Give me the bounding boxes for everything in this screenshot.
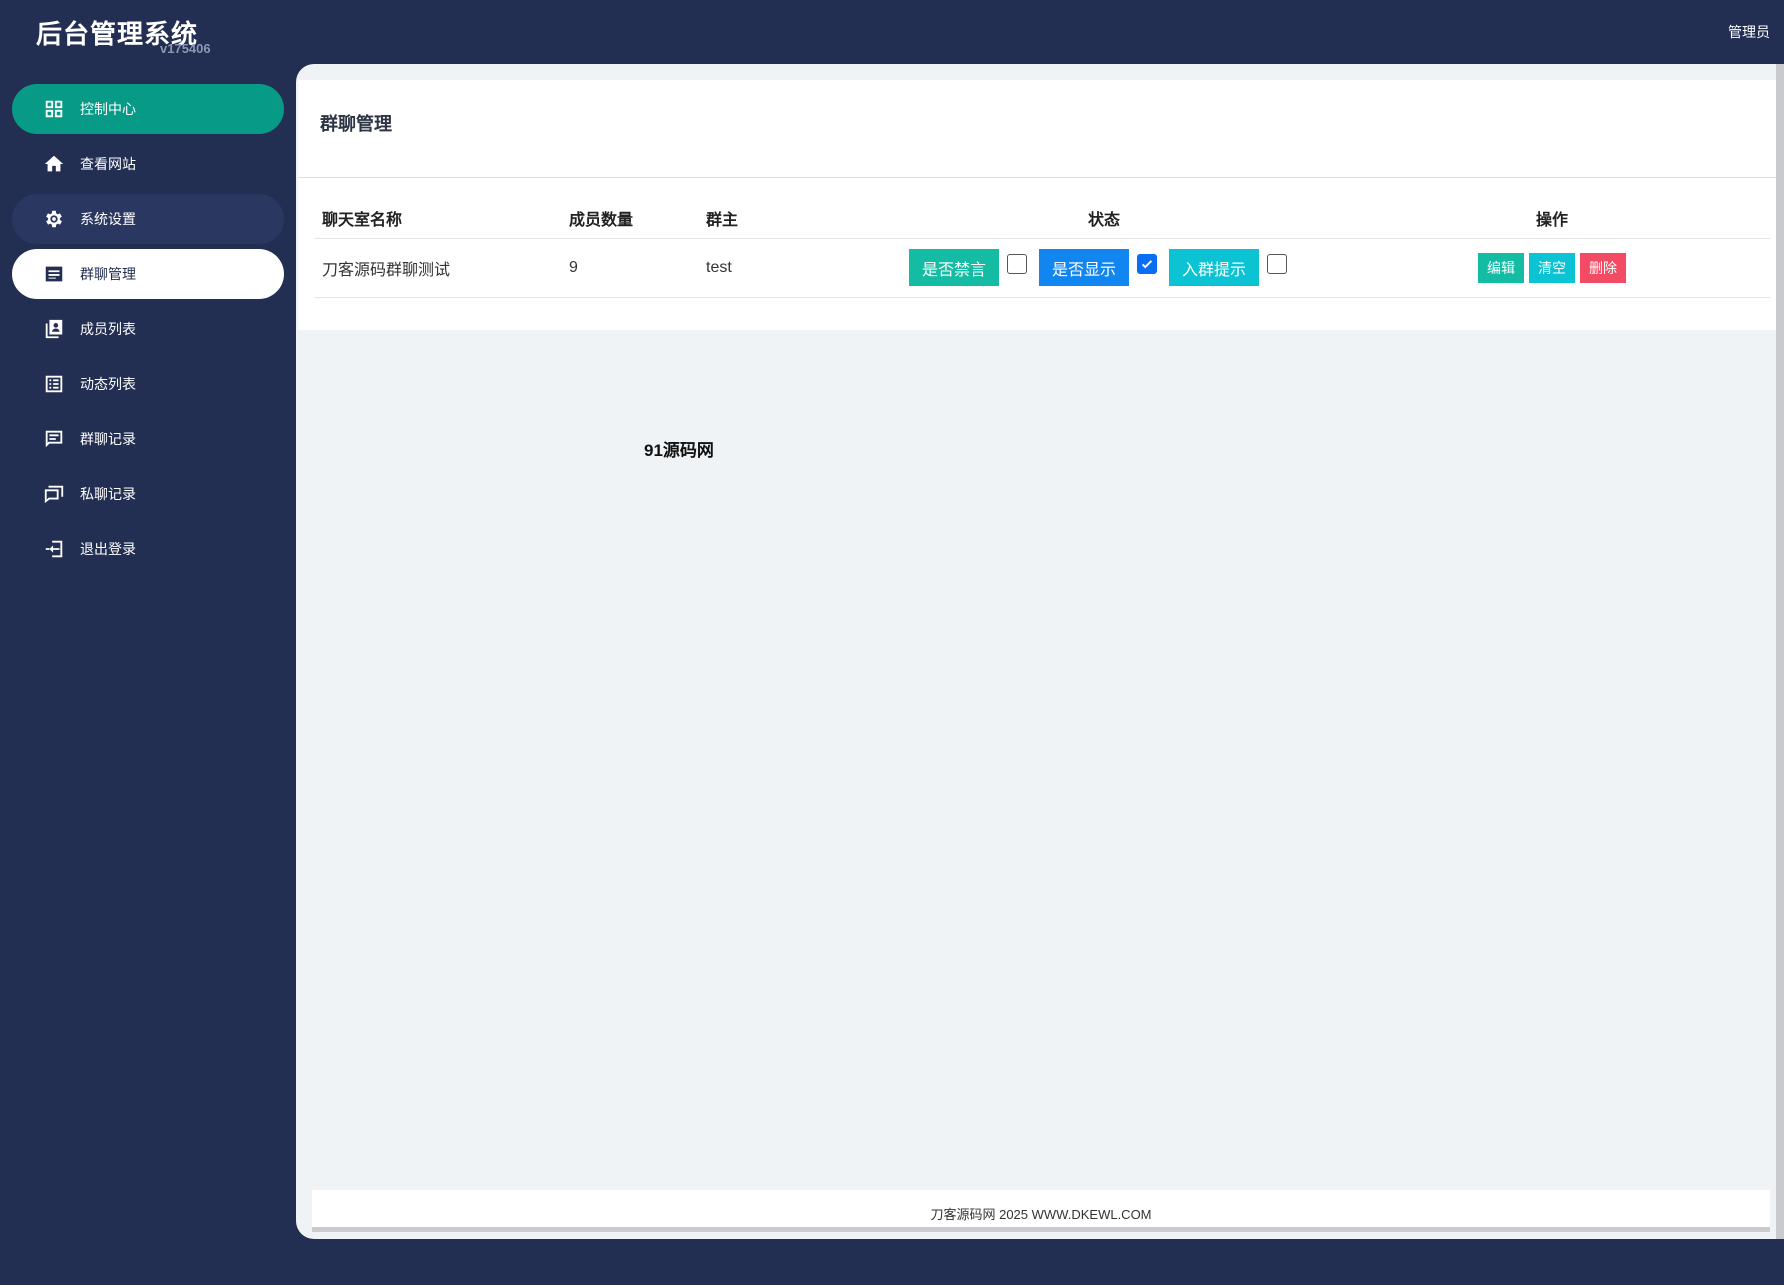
sidebar-item-label: 控制中心 — [80, 101, 136, 117]
gear-icon — [42, 207, 66, 231]
app-version: v175406 — [160, 41, 211, 56]
list-icon — [42, 262, 66, 286]
mute-button[interactable]: 是否禁言 — [908, 249, 999, 286]
status-controls: 是否禁言 是否显示 入群提示 — [908, 249, 1299, 286]
card-header: 群聊管理 — [298, 80, 1778, 178]
article-icon — [42, 372, 66, 396]
contacts-icon — [42, 317, 66, 341]
group-chat-card: 群聊管理 聊天室名称 成员数量 群主 状态 操作 刀客源码群聊测试 9 test… — [298, 80, 1778, 330]
logout-icon — [42, 537, 66, 561]
card-body: 聊天室名称 成员数量 群主 状态 操作 刀客源码群聊测试 9 test 是否禁言… — [298, 178, 1778, 330]
sidebar-item-members[interactable]: 成员列表 — [12, 304, 284, 354]
chat-icon — [42, 427, 66, 451]
sidebar-item-label: 群聊记录 — [80, 431, 136, 447]
column-header-owner: 群主 — [698, 198, 874, 239]
column-header-actions: 操作 — [1334, 198, 1770, 239]
action-buttons: 编辑 清空 删除 — [1478, 252, 1626, 283]
sidebar-item-settings[interactable]: 系统设置 — [12, 194, 284, 244]
join-notice-checkbox[interactable] — [1267, 253, 1288, 274]
page-title: 群聊管理 — [320, 114, 392, 134]
column-header-status: 状态 — [874, 198, 1334, 239]
sidebar-item-logout[interactable]: 退出登录 — [12, 524, 284, 574]
visible-button[interactable]: 是否显示 — [1038, 249, 1129, 286]
column-header-members: 成员数量 — [561, 198, 698, 239]
sidebar-item-group-chat-records[interactable]: 群聊记录 — [12, 414, 284, 464]
sidebar-item-label: 系统设置 — [80, 211, 136, 227]
sidebar-item-label: 动态列表 — [80, 376, 136, 392]
forum-icon — [42, 482, 66, 506]
actions-cell: 编辑 清空 删除 — [1334, 238, 1770, 298]
sidebar-item-label: 成员列表 — [80, 321, 136, 337]
column-header-name: 聊天室名称 — [314, 198, 561, 239]
brand: 后台管理系统 v175406 — [36, 14, 211, 56]
table-header-row: 聊天室名称 成员数量 群主 状态 操作 — [314, 198, 1770, 239]
delete-button[interactable]: 删除 — [1580, 252, 1626, 283]
group-chat-table: 聊天室名称 成员数量 群主 状态 操作 刀客源码群聊测试 9 test 是否禁言… — [314, 198, 1770, 298]
sidebar-item-label: 查看网站 — [80, 156, 136, 172]
sidebar-item-private-chat-records[interactable]: 私聊记录 — [12, 469, 284, 519]
member-count: 9 — [561, 238, 698, 298]
chat-room-name: 刀客源码群聊测试 — [314, 238, 561, 298]
sidebar-item-view-site[interactable]: 查看网站 — [12, 139, 284, 189]
home-icon — [42, 152, 66, 176]
sidebar-item-feeds[interactable]: 动态列表 — [12, 359, 284, 409]
sidebar-item-label: 退出登录 — [80, 541, 136, 557]
sidebar-item-group-chat-management[interactable]: 群聊管理 — [12, 249, 284, 299]
sidebar-item-label: 私聊记录 — [80, 486, 136, 502]
vertical-scrollbar[interactable] — [1776, 64, 1784, 1239]
edit-button[interactable]: 编辑 — [1478, 252, 1524, 283]
mute-checkbox[interactable] — [1006, 253, 1027, 274]
visible-checkbox[interactable] — [1137, 253, 1157, 274]
group-owner: test — [698, 238, 874, 298]
watermark: 91源码网 — [644, 441, 714, 460]
sidebar: 控制中心 查看网站 系统设置 群聊管理 成员列表 动态列表 群聊记录 私聊记录 … — [12, 84, 284, 579]
footer: 刀客源码网 2025 WWW.DKEWL.COM — [312, 1190, 1770, 1232]
dashboard-icon — [42, 97, 66, 121]
sidebar-item-dashboard[interactable]: 控制中心 — [12, 84, 284, 134]
checkmark-icon — [1141, 259, 1153, 268]
join-notice-button[interactable]: 入群提示 — [1169, 249, 1260, 286]
main-content: 群聊管理 聊天室名称 成员数量 群主 状态 操作 刀客源码群聊测试 9 test… — [296, 64, 1784, 1239]
table-row: 刀客源码群聊测试 9 test 是否禁言 是否显示 入群提示 编辑 清空 删除 — [314, 238, 1770, 298]
status-cell: 是否禁言 是否显示 入群提示 — [874, 238, 1334, 298]
clear-button[interactable]: 清空 — [1529, 252, 1575, 283]
user-menu[interactable]: 管理员 — [1728, 22, 1770, 42]
sidebar-item-label: 群聊管理 — [80, 266, 136, 282]
